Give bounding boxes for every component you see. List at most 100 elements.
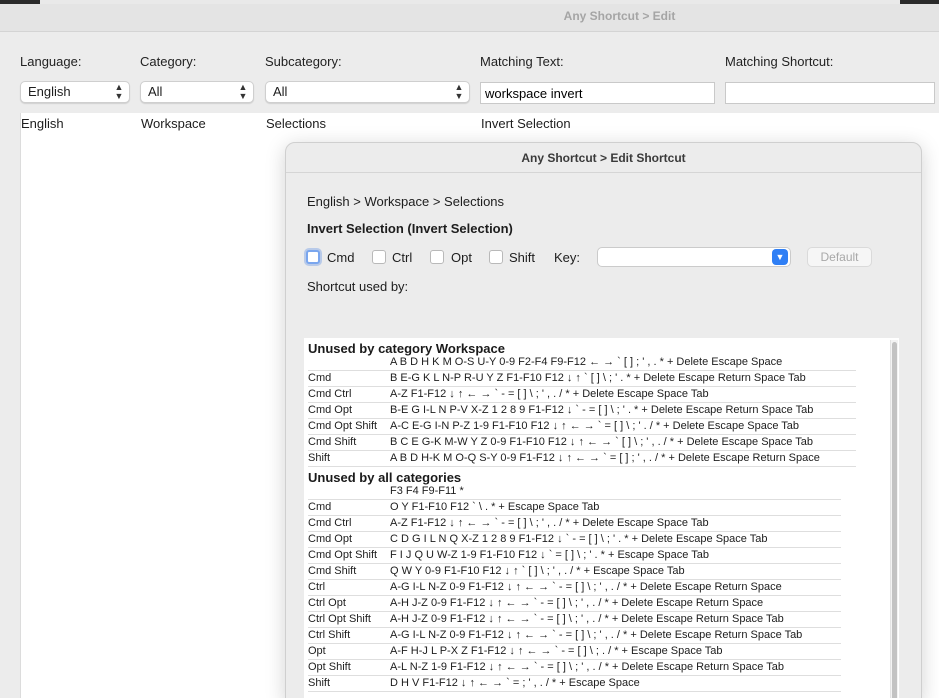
shortcut-usage-report[interactable]: Unused by category Workspace A B D H K M… <box>304 338 899 698</box>
updown-chevron-icon: ▲ ▼ <box>114 82 124 101</box>
result-subcategory[interactable]: Selections <box>266 116 326 131</box>
modifier-cell: Cmd <box>308 372 332 384</box>
keys-cell: A-Z F1-F12 ↓ ↑ ← → ` - = [ ] \ ; ' , . /… <box>390 517 709 529</box>
keys-cell: B C E G-K M-W Y Z 0-9 F1-F10 F12 ↓ ↑ ← →… <box>390 436 813 448</box>
shift-checkbox-label[interactable]: Shift <box>509 250 535 265</box>
report-row: Cmd Opt B-E G I-L N P-V X-Z 1 2 8 9 F1-F1… <box>308 403 856 419</box>
modifier-cell: Cmd Shift <box>308 565 357 577</box>
subcategory-popup[interactable]: All ▲ ▼ <box>265 81 470 103</box>
ctrl-checkbox[interactable] <box>372 250 386 264</box>
ctrl-checkbox-label[interactable]: Ctrl <box>392 250 412 265</box>
subcategory-label: Subcategory: <box>265 54 342 69</box>
modifier-cell: Ctrl <box>308 581 326 593</box>
modifier-cell: Cmd Shift <box>308 436 357 448</box>
report-row: A B D H K M O-S U-Y 0-9 F2-F4 F9-F12 ← →… <box>308 355 856 371</box>
breadcrumb: English > Workspace > Selections <box>307 194 505 209</box>
matching-shortcut-input[interactable] <box>725 82 935 104</box>
background-window-strip <box>0 0 939 4</box>
modifier-cell: Shift <box>308 677 331 689</box>
report-row: Cmd Ctrl A-Z F1-F12 ↓ ↑ ← → ` - = [ ] \ ;… <box>308 387 856 403</box>
report-row: Shift D H V F1-F12 ↓ ↑ ← → ` = ; ' , . / … <box>308 676 841 692</box>
modifier-cell: Cmd Opt Shift <box>308 549 378 561</box>
report-row: Cmd O Y F1-F10 F12 ` \ . * + Escape Space… <box>308 500 841 516</box>
category-popup[interactable]: All ▲ ▼ <box>140 81 254 103</box>
key-popup[interactable]: ▼ <box>597 247 791 267</box>
modifier-cell: Ctrl Shift <box>308 629 351 641</box>
command-name: Invert Selection (Invert Selection) <box>307 221 513 236</box>
language-popup[interactable]: English ▲ ▼ <box>20 81 130 103</box>
report-row: Opt Shift A-L N-Z 1-9 F1-F12 ↓ ↑ ← → ` - … <box>308 660 841 676</box>
modifier-cell: Cmd <box>308 501 332 513</box>
keys-cell: F I J Q U W-Z 1-9 F1-F10 F12 ↓ ` = [ ] \… <box>390 549 709 561</box>
opt-checkbox-label[interactable]: Opt <box>451 250 472 265</box>
section-title: Unused by all categories <box>308 470 462 485</box>
keys-cell: A B D H K M O-S U-Y 0-9 F2-F4 F9-F12 ← →… <box>390 356 783 368</box>
report-row: Cmd B E-G K L N-P R-U Y Z F1-F10 F12 ↓ ↑ … <box>308 371 856 387</box>
report-row: Ctrl Shift A-G I-L N-Z 0-9 F1-F12 ↓ ↑ ← →… <box>308 628 841 644</box>
language-popup-value: English <box>28 84 71 99</box>
report-row: Cmd Ctrl A-Z F1-F12 ↓ ↑ ← → ` - = [ ] \ ;… <box>308 516 841 532</box>
keys-cell: A-H J-Z 0-9 F1-F12 ↓ ↑ ← → ` - = [ ] \ ;… <box>390 613 784 625</box>
keys-cell: A-G I-L N-Z 0-9 F1-F12 ↓ ↑ ← → ` - = [ ]… <box>390 581 782 593</box>
report-row: Cmd Shift B C E G-K M-W Y Z 0-9 F1-F10 F1… <box>308 435 856 451</box>
modifier-cell: Cmd Opt <box>308 404 353 416</box>
report-row: Cmd Opt C D G I L N Q X-Z 1 2 8 9 F1-F12 … <box>308 532 841 548</box>
background-window-edge <box>40 0 900 4</box>
modifier-cell: Cmd Ctrl <box>308 517 352 529</box>
keys-cell: A-F H-J L P-X Z F1-F12 ↓ ↑ ← → ` - = [ ]… <box>390 645 723 657</box>
report-row: Ctrl Opt A-H J-Z 0-9 F1-F12 ↓ ↑ ← → ` - =… <box>308 596 841 612</box>
category-popup-value: All <box>148 84 163 99</box>
matching-text-label: Matching Text: <box>480 54 564 69</box>
keys-cell: C D G I L N Q X-Z 1 2 8 9 F1-F12 ↓ ` - =… <box>390 533 768 545</box>
result-command[interactable]: Invert Selection <box>481 116 571 131</box>
language-label: Language: <box>20 54 82 69</box>
matching-shortcut-label: Matching Shortcut: <box>725 54 834 69</box>
report-row: Opt A-F H-J L P-X Z F1-F12 ↓ ↑ ← → ` - = … <box>308 644 841 660</box>
keys-cell: A-Z F1-F12 ↓ ↑ ← → ` - = [ ] \ ; ' , . /… <box>390 388 709 400</box>
modifier-cell: Cmd Opt Shift <box>308 420 378 432</box>
default-button[interactable]: Default <box>807 247 872 267</box>
opt-checkbox[interactable] <box>430 250 444 264</box>
title-bar: Any Shortcut > Edit <box>0 0 939 32</box>
report-row: Cmd Opt Shift F I J Q U W-Z 1-9 F1-F10 F1… <box>308 548 841 564</box>
report-scrollbar[interactable] <box>890 340 898 698</box>
report-row: Ctrl Opt Shift A-H J-Z 0-9 F1-F12 ↓ ↑ ← →… <box>308 612 841 628</box>
modifier-cell: Opt <box>308 645 326 657</box>
modifier-cell: Ctrl Opt <box>308 597 346 609</box>
keys-cell: F3 F4 F9-F11 * <box>390 485 464 497</box>
keys-cell: Q W Y 0-9 F1-F10 F12 ↓ ↑ ` [ ] \ ; ' , .… <box>390 565 685 577</box>
matching-text-input[interactable] <box>480 82 715 104</box>
modifier-cell: Ctrl Opt Shift <box>308 613 371 625</box>
category-label: Category: <box>140 54 197 69</box>
window-title: Any Shortcut > Edit <box>563 9 676 23</box>
used-by-label: Shortcut used by: <box>307 279 409 294</box>
keys-cell: A-G I-L N-Z 0-9 F1-F12 ↓ ↑ ← → ` - = [ ]… <box>390 629 803 641</box>
modifier-cell: Shift <box>308 452 331 464</box>
keys-cell: A-C E-G I-N P-Z 1-9 F1-F10 F12 ↓ ↑ ← → `… <box>390 420 800 432</box>
scrollbar-thumb[interactable] <box>892 342 897 698</box>
shift-checkbox[interactable] <box>489 250 503 264</box>
modifier-cell: Cmd Opt <box>308 533 353 545</box>
cmd-checkbox[interactable] <box>306 250 320 264</box>
modifier-cell: Cmd Ctrl <box>308 388 352 400</box>
keys-cell: A-H J-Z 0-9 F1-F12 ↓ ↑ ← → ` - = [ ] \ ;… <box>390 597 764 609</box>
report-row: F3 F4 F9-F11 * <box>308 484 841 500</box>
result-category[interactable]: Workspace <box>141 116 206 131</box>
report-row: Ctrl A-G I-L N-Z 0-9 F1-F12 ↓ ↑ ← → ` - =… <box>308 580 841 596</box>
keys-cell: B E-G K L N-P R-U Y Z F1-F10 F12 ↓ ↑ ` [… <box>390 372 806 384</box>
result-language[interactable]: English <box>21 116 64 131</box>
report-row: Cmd Opt Shift A-C E-G I-N P-Z 1-9 F1-F10 … <box>308 419 856 435</box>
keys-cell: A-L N-Z 1-9 F1-F12 ↓ ↑ ← → ` - = [ ] \ ;… <box>390 661 784 673</box>
key-label: Key: <box>554 250 581 265</box>
cmd-checkbox-label[interactable]: Cmd <box>327 250 354 265</box>
updown-chevron-icon: ▲ ▼ <box>454 82 464 101</box>
keys-cell: A B D H-K M O-Q S-Y 0-9 F1-F12 ↓ ↑ ← → `… <box>390 452 820 464</box>
chevron-down-icon: ▼ <box>772 249 788 265</box>
keys-cell: D H V F1-F12 ↓ ↑ ← → ` = ; ' , . / * + E… <box>390 677 640 689</box>
keys-cell: B-E G I-L N P-V X-Z 1 2 8 9 F1-F12 ↓ ` -… <box>390 404 814 416</box>
subcategory-popup-value: All <box>273 84 288 99</box>
keys-cell: O Y F1-F10 F12 ` \ . * + Escape Space Ta… <box>390 501 600 513</box>
report-row: Cmd Shift Q W Y 0-9 F1-F10 F12 ↓ ↑ ` [ ] … <box>308 564 841 580</box>
sheet-title: Any Shortcut > Edit Shortcut <box>521 151 686 165</box>
report-row: Shift A B D H-K M O-Q S-Y 0-9 F1-F12 ↓ ↑ … <box>308 451 856 467</box>
